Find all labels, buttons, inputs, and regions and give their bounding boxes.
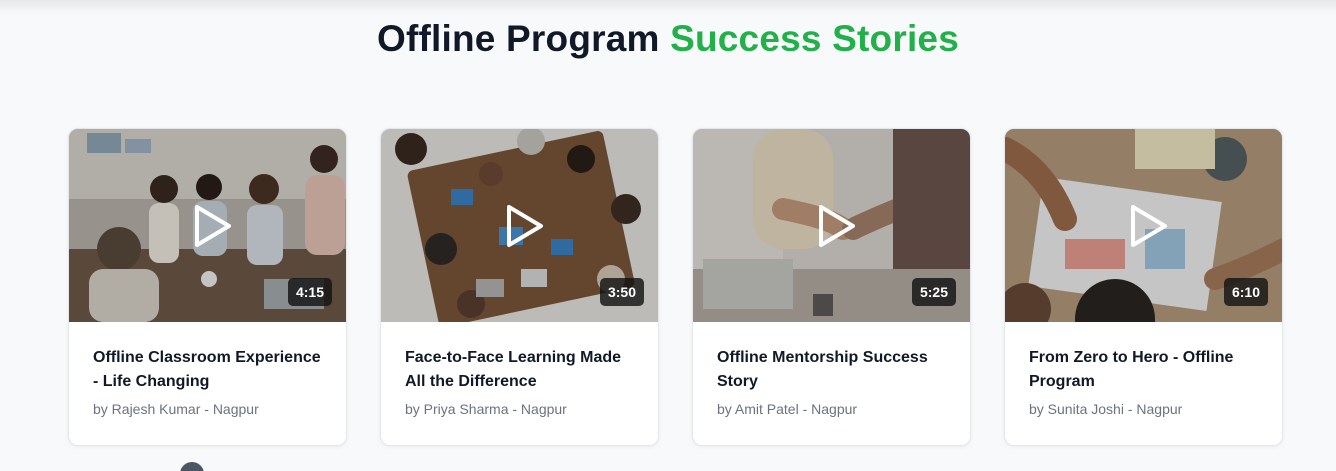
video-title[interactable]: From Zero to Hero - Offline Program: [1029, 346, 1258, 394]
play-icon[interactable]: [505, 204, 545, 248]
video-duration-badge: 5:25: [911, 278, 956, 306]
video-author: by Priya Sharma - Nagpur: [405, 401, 567, 417]
video-author: by Rajesh Kumar - Nagpur: [93, 401, 259, 417]
section-title-main: Offline Program: [377, 18, 660, 59]
video-thumbnail[interactable]: 3:50: [381, 129, 658, 322]
video-duration-badge: 6:10: [1223, 278, 1268, 306]
video-card-list: 4:15 Offline Classroom Experience - Life…: [68, 128, 1283, 446]
video-thumbnail[interactable]: 4:15: [69, 129, 346, 322]
video-thumbnail[interactable]: 6:10: [1005, 129, 1282, 322]
video-title[interactable]: Face-to-Face Learning Made All the Diffe…: [405, 346, 634, 394]
video-author: by Amit Patel - Nagpur: [717, 401, 858, 417]
play-icon[interactable]: [1129, 204, 1169, 248]
header-shadow: [0, 0, 1336, 14]
section-title: Offline Program Success Stories: [0, 18, 1336, 60]
video-title[interactable]: Offline Classroom Experience - Life Chan…: [93, 346, 322, 394]
play-icon[interactable]: [817, 204, 857, 248]
video-thumbnail[interactable]: 5:25: [693, 129, 970, 322]
play-icon[interactable]: [193, 204, 233, 248]
section-title-accent: Success Stories: [670, 18, 959, 59]
video-duration-badge: 3:50: [599, 278, 644, 306]
video-card[interactable]: 3:50 Face-to-Face Learning Made All the …: [380, 128, 659, 446]
video-title[interactable]: Offline Mentorship Success Story: [717, 346, 946, 394]
video-author: by Sunita Joshi - Nagpur: [1029, 401, 1183, 417]
video-card[interactable]: 5:25 Offline Mentorship Success Story by…: [692, 128, 971, 446]
video-card[interactable]: 6:10 From Zero to Hero - Offline Program…: [1004, 128, 1283, 446]
carousel-indicator-dot[interactable]: [180, 462, 204, 471]
video-card[interactable]: 4:15 Offline Classroom Experience - Life…: [68, 128, 347, 446]
video-duration-badge: 4:15: [287, 278, 332, 306]
